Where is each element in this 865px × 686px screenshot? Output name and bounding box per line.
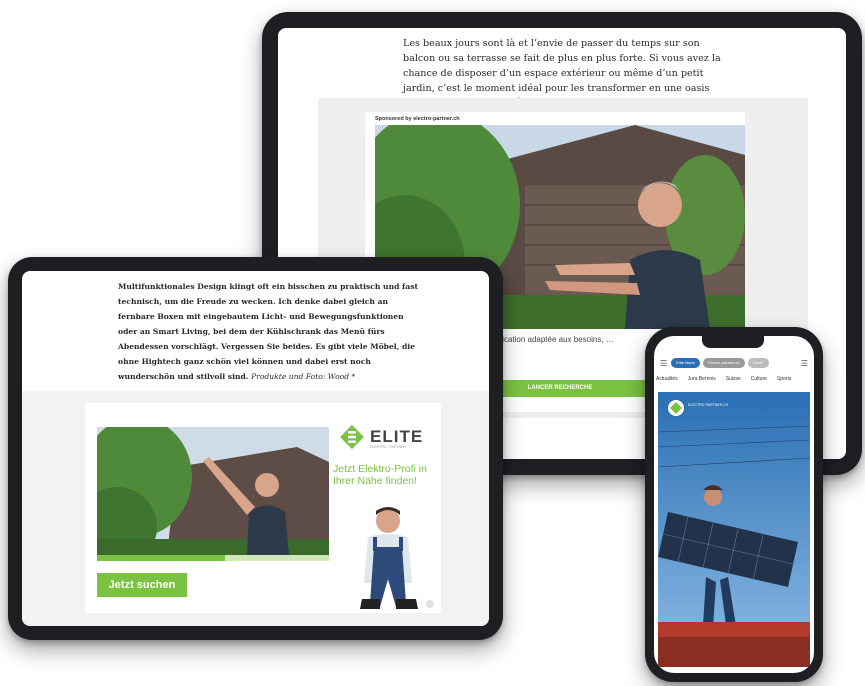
phone-brand-label: ELECTRO-PARTNER.CH (688, 403, 729, 407)
smartphone: ☰ Elite Marin Electro-partner.ch Ouvrir … (645, 327, 823, 682)
ad-slogan: Jetzt Elektro-Profi in Ihrer Nähe finden… (333, 463, 427, 487)
tab-2[interactable]: Suisse (726, 376, 741, 382)
elite-mark-icon (340, 425, 364, 449)
tab-1[interactable]: Jura Bernois (688, 376, 716, 382)
ad-progress-fill (97, 555, 225, 561)
solar-panel-worker-photo (658, 392, 810, 667)
electro-partner-logo-icon (668, 400, 684, 416)
phone-screen: ☰ Elite Marin Electro-partner.ch Ouvrir … (654, 336, 814, 673)
tab-4[interactable]: Sports (777, 376, 791, 382)
phone-notch (702, 336, 764, 348)
small-tablet: Multifunktionales Design klingt oft ein … (8, 257, 503, 640)
article-text-de: Multifunktionales Design klingt oft ein … (118, 279, 418, 384)
elite-brand-sub: ELEKTRO · PARTNER (370, 445, 406, 449)
grid-menu-icon[interactable]: ☰ (801, 359, 808, 368)
ad-progress-bar (97, 555, 329, 561)
ad-card-de[interactable]: Jetzt suchen ELITE ELEKTRO · PARTNER Jet… (85, 403, 441, 613)
electrician-photo (97, 427, 329, 555)
ad-block-de: Jetzt suchen ELITE ELEKTRO · PARTNER Jet… (22, 391, 489, 626)
elite-brand-name: ELITE (370, 427, 424, 446)
elite-logo: ELITE ELEKTRO · PARTNER (340, 425, 430, 451)
phone-ad-hero[interactable]: ELECTRO-PARTNER.CH (658, 392, 810, 667)
phone-top-bar: ☰ Elite Marin Electro-partner.ch Ouvrir … (660, 354, 808, 372)
more-options-icon[interactable] (425, 599, 435, 609)
tab-3[interactable]: Culture (751, 376, 767, 382)
phone-pill-2[interactable]: Ouvrir (747, 358, 769, 368)
search-button[interactable]: Jetzt suchen (97, 573, 187, 597)
menu-icon[interactable]: ☰ (660, 359, 667, 368)
article-credit: Produkte und Foto: Wood * (251, 372, 356, 381)
sponsored-label: Sponsored by electro-partner.ch (375, 116, 460, 122)
smiling-worker-illustration (360, 507, 418, 609)
phone-nav-tabs: Actualités Jura Bernois Suisse Culture S… (656, 376, 812, 382)
small-tablet-screen: Multifunktionales Design klingt oft ein … (22, 271, 489, 626)
phone-pill-1[interactable]: Electro-partner.ch (703, 358, 745, 368)
tab-0[interactable]: Actualités (656, 376, 678, 382)
article-body: Multifunktionales Design klingt oft ein … (118, 282, 419, 381)
phone-pill-0[interactable]: Elite Marin (671, 358, 701, 368)
